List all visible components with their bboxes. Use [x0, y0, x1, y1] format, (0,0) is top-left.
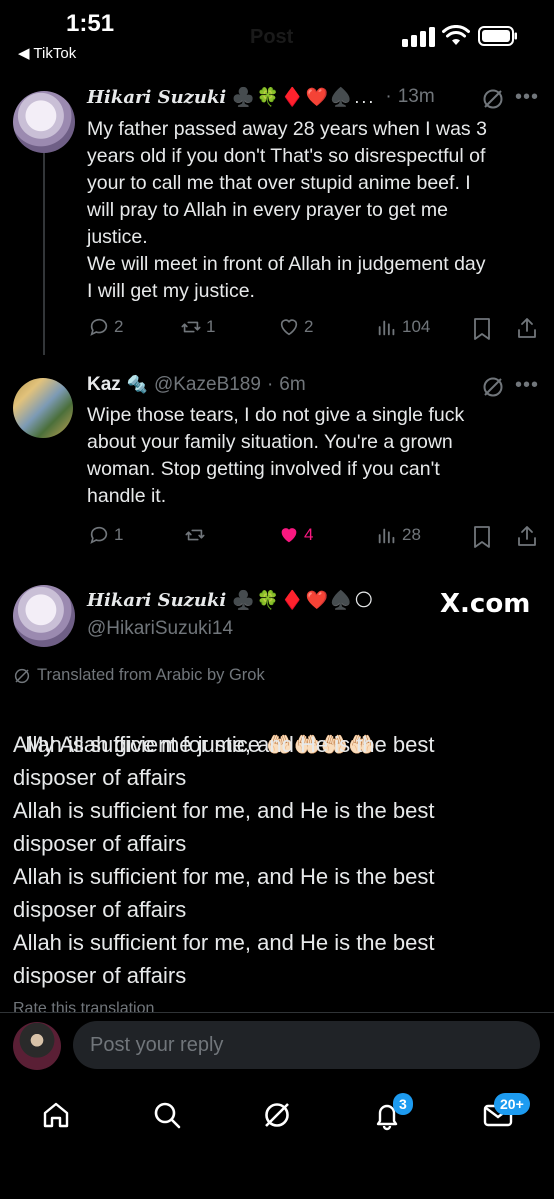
wifi-icon — [442, 24, 470, 52]
avatar[interactable] — [13, 585, 75, 647]
grok-icon — [14, 668, 30, 683]
bookmark-icon[interactable] — [471, 317, 493, 346]
rate-translation-label: Rate this translation — [13, 1000, 155, 1012]
reply-count: 2 — [114, 317, 124, 336]
post2-header: Kaz 🔩 @KazeB189 · 6m — [87, 374, 306, 396]
grok-icon[interactable] — [261, 1099, 293, 1136]
like-button[interactable]: 4 — [278, 524, 313, 546]
grok-icon[interactable] — [481, 87, 505, 116]
rate-translation-row[interactable]: Rate this translation — [13, 998, 273, 1012]
grok-icon[interactable] — [481, 375, 505, 404]
share-icon[interactable] — [515, 316, 539, 345]
author-handle: @KazeB189 — [153, 374, 261, 395]
translated-label: Translated from Arabic by Grok — [13, 666, 265, 685]
views-button[interactable]: 28 — [376, 524, 421, 546]
home-icon[interactable] — [40, 1099, 72, 1136]
repost-button[interactable]: 1 — [180, 316, 215, 338]
watermark: X.com — [440, 589, 531, 619]
heart-filled-icon — [281, 528, 297, 543]
like-count: 4 — [304, 525, 314, 544]
back-to-tiktok-link[interactable]: ◀ TikTok — [18, 44, 76, 62]
post1-text: My father passed away 28 years when I wa… — [87, 118, 487, 302]
author-name[interactable]: Hikari Suzuki — [87, 590, 226, 611]
name-emojis: ♣️🍀♦️❤️♠️🌕 — [232, 590, 376, 610]
post1-header: Hikari Suzuki ♣️🍀♦️❤️♠️... · 13m — [87, 86, 435, 108]
repost-icon — [181, 321, 201, 333]
views-button[interactable]: 104 — [376, 316, 430, 338]
my-avatar[interactable] — [13, 1022, 61, 1070]
author-handle: @HikariSuzuki14 — [87, 618, 234, 639]
repost-count: 1 — [206, 317, 216, 336]
battery-icon — [478, 26, 518, 51]
messages-badge: 20+ — [494, 1093, 530, 1115]
view-count: 104 — [402, 317, 431, 336]
repost-button[interactable] — [184, 524, 206, 546]
more-icon[interactable]: ••• — [515, 86, 539, 109]
reply-button[interactable]: 1 — [88, 524, 123, 546]
avatar[interactable] — [13, 378, 73, 438]
bookmark-icon[interactable] — [471, 525, 493, 554]
notifications-badge: 3 — [393, 1093, 413, 1115]
status-time: 1:51 — [66, 10, 115, 37]
more-icon[interactable]: ••• — [515, 374, 539, 397]
post-time: 13m — [397, 86, 435, 107]
thread-line — [43, 130, 45, 355]
reply-count: 1 — [114, 525, 124, 544]
like-count: 2 — [304, 317, 314, 336]
translated-text: Translated from Arabic by Grok — [37, 666, 265, 684]
main-post-header: Hikari Suzuki ♣️🍀♦️❤️♠️🌕 — [87, 590, 375, 611]
post2-text: Wipe those tears, I do not give a single… — [87, 404, 465, 507]
reply-placeholder: Post your reply — [90, 1034, 224, 1056]
reply-icon — [90, 318, 108, 336]
avatar[interactable] — [13, 91, 75, 153]
share-icon[interactable] — [515, 524, 539, 553]
post-time: 6m — [279, 374, 306, 395]
main-post-text-rest: Allah is sufficient for me, and He is th… — [13, 732, 435, 988]
views-icon — [378, 320, 395, 336]
search-icon[interactable] — [151, 1099, 183, 1136]
author-name[interactable]: Kaz — [87, 374, 121, 396]
name-emojis: ♣️🍀♦️❤️♠️... — [232, 86, 376, 107]
page-title: Post — [250, 26, 294, 48]
author-name[interactable]: Hikari Suzuki — [87, 87, 226, 108]
reply-icon — [90, 526, 108, 544]
views-icon — [378, 528, 395, 544]
heart-icon — [280, 319, 298, 336]
view-count: 28 — [402, 525, 421, 544]
repost-icon — [185, 529, 205, 541]
like-button[interactable]: 2 — [278, 316, 313, 338]
name-emoji: 🔩 — [126, 375, 148, 394]
signal-icon — [402, 27, 436, 52]
reply-button[interactable]: 2 — [88, 316, 123, 338]
